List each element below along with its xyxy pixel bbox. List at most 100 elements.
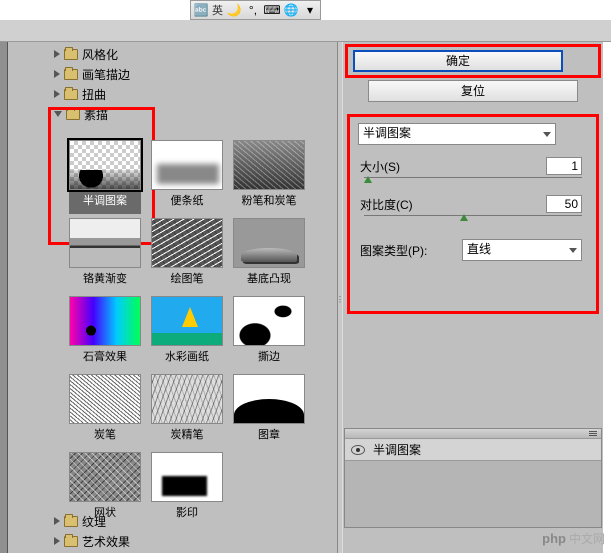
thumbnail-label: 粉笔和炭笔 xyxy=(242,190,297,214)
expand-icon[interactable] xyxy=(54,50,60,58)
expand-icon[interactable] xyxy=(54,90,60,98)
filter-charcoal[interactable]: 炭笔 xyxy=(64,370,146,448)
thumbnail-label: 撕边 xyxy=(258,346,280,370)
thumbnail xyxy=(151,452,223,502)
slider-handle[interactable] xyxy=(364,176,372,183)
thumbnail xyxy=(69,374,141,424)
filter-tree-panel: 风格化 画笔描边 扭曲 素描 半调图案 xyxy=(8,42,337,553)
filter-chrome[interactable]: 铬黄渐变 xyxy=(64,214,146,292)
filter-select-value: 半调图案 xyxy=(363,126,411,140)
thumbnail-label: 图章 xyxy=(258,424,280,448)
filter-stamp[interactable]: 图章 xyxy=(228,370,310,448)
thumbnail xyxy=(151,140,223,190)
tree-item-distort[interactable]: 扭曲 xyxy=(54,84,337,104)
contrast-slider[interactable] xyxy=(364,215,582,221)
layer-name: 半调图案 xyxy=(373,441,421,458)
thumbnail xyxy=(69,140,141,190)
globe-icon[interactable]: 🌐 xyxy=(283,2,299,18)
size-slider[interactable] xyxy=(364,177,582,183)
contrast-input[interactable] xyxy=(546,195,582,213)
layer-item[interactable]: 半调图案 xyxy=(345,439,601,461)
punct-icon[interactable]: °, xyxy=(245,2,261,18)
filter-notepaper[interactable]: 便条纸 xyxy=(146,136,228,214)
folder-icon xyxy=(64,516,78,527)
expand-icon[interactable] xyxy=(54,517,60,525)
filter-watercolor[interactable]: 水彩画纸 xyxy=(146,292,228,370)
tree-item-artistic[interactable]: 艺术效果 xyxy=(54,531,130,551)
thumbnail-label: 炭精笔 xyxy=(171,424,204,448)
folder-icon xyxy=(64,69,78,80)
size-input[interactable] xyxy=(546,157,582,175)
thumbnail xyxy=(69,296,141,346)
watermark: php 中文网 xyxy=(542,530,605,547)
filter-photocopy[interactable]: 影印 xyxy=(146,448,228,526)
ime-logo-icon: 🔤 xyxy=(193,2,209,18)
tree-label: 艺术效果 xyxy=(82,533,130,550)
filter-plaster[interactable]: 石膏效果 xyxy=(64,292,146,370)
filter-thumbnails: 半调图案 便条纸 粉笔和炭笔 铬黄渐变 绘图笔 基底凸现 xyxy=(64,136,324,526)
thumbnail xyxy=(151,218,223,268)
thumbnail-label: 铬黄渐变 xyxy=(83,268,127,292)
folder-icon xyxy=(64,89,78,100)
watermark-cn: 中文网 xyxy=(569,530,605,547)
thumbnail-label: 基底凸现 xyxy=(247,268,291,292)
highlight-annotation: 半调图案 大小(S) 对比度(C) 图案类型(P): 直线 xyxy=(347,114,599,314)
reset-button[interactable]: 复位 xyxy=(368,80,578,102)
visibility-icon[interactable] xyxy=(351,445,365,455)
contrast-label: 对比度(C) xyxy=(360,196,413,213)
thumbnail xyxy=(233,218,305,268)
tree-item-texture[interactable]: 纹理 xyxy=(54,511,130,531)
tree-item-brush[interactable]: 画笔描边 xyxy=(54,64,337,84)
highlight-annotation: 确定 xyxy=(345,44,601,78)
tree-label: 素描 xyxy=(84,106,108,123)
effect-layers-panel: 半调图案 xyxy=(344,428,602,528)
pattern-select-value: 直线 xyxy=(467,242,491,256)
filter-chalk[interactable]: 粉笔和炭笔 xyxy=(228,136,310,214)
expand-icon[interactable] xyxy=(54,537,60,545)
thumbnail-label: 石膏效果 xyxy=(83,346,127,370)
filter-basrelief[interactable]: 基底凸现 xyxy=(228,214,310,292)
filter-conte[interactable]: 炭精笔 xyxy=(146,370,228,448)
tree-item-stylize[interactable]: 风格化 xyxy=(54,44,337,64)
filter-halftone[interactable]: 半调图案 xyxy=(64,136,146,214)
filter-torn[interactable]: 撕边 xyxy=(228,292,310,370)
folder-icon xyxy=(64,49,78,60)
expand-icon[interactable] xyxy=(54,70,60,78)
thumbnail-label: 影印 xyxy=(176,502,198,526)
ime-toolbar[interactable]: 🔤 英 🌙 °, ⌨ 🌐 ▾ xyxy=(190,0,321,20)
size-label: 大小(S) xyxy=(360,158,400,175)
tree-label: 画笔描边 xyxy=(82,66,130,83)
thumbnail xyxy=(151,296,223,346)
thumbnail xyxy=(233,374,305,424)
ime-language[interactable]: 英 xyxy=(212,2,223,18)
tree-label: 扭曲 xyxy=(82,86,106,103)
ok-button[interactable]: 确定 xyxy=(353,50,563,72)
collapse-icon[interactable] xyxy=(54,111,62,117)
tree-item-sketch[interactable]: 素描 xyxy=(54,104,337,124)
tree-label: 风格化 xyxy=(82,46,118,63)
folder-icon xyxy=(66,109,80,120)
dropdown-icon[interactable]: ▾ xyxy=(302,2,318,18)
keyboard-icon[interactable]: ⌨ xyxy=(264,2,280,18)
thumbnail xyxy=(233,140,305,190)
parameters-panel: 确定 复位 半调图案 大小(S) 对比度(C) xyxy=(343,42,603,553)
thumbnail xyxy=(151,374,223,424)
filter-graphic-pen[interactable]: 绘图笔 xyxy=(146,214,228,292)
thumbnail-label: 半调图案 xyxy=(69,190,141,214)
layers-header[interactable] xyxy=(345,429,601,439)
slider-handle[interactable] xyxy=(460,214,468,221)
window-titlebar xyxy=(0,20,611,42)
thumbnail xyxy=(233,296,305,346)
pattern-select[interactable]: 直线 xyxy=(462,239,582,261)
thumbnail-label: 水彩画纸 xyxy=(165,346,209,370)
moon-icon[interactable]: 🌙 xyxy=(226,2,242,18)
thumbnail xyxy=(69,452,141,502)
thumbnail-label: 绘图笔 xyxy=(171,268,204,292)
left-gutter xyxy=(0,42,8,553)
thumbnail-label: 便条纸 xyxy=(171,190,204,214)
thumbnail xyxy=(69,218,141,268)
filter-select[interactable]: 半调图案 xyxy=(358,123,556,145)
pattern-label: 图案类型(P): xyxy=(360,242,427,259)
tree-label: 纹理 xyxy=(82,513,106,530)
thumbnail-label: 炭笔 xyxy=(94,424,116,448)
